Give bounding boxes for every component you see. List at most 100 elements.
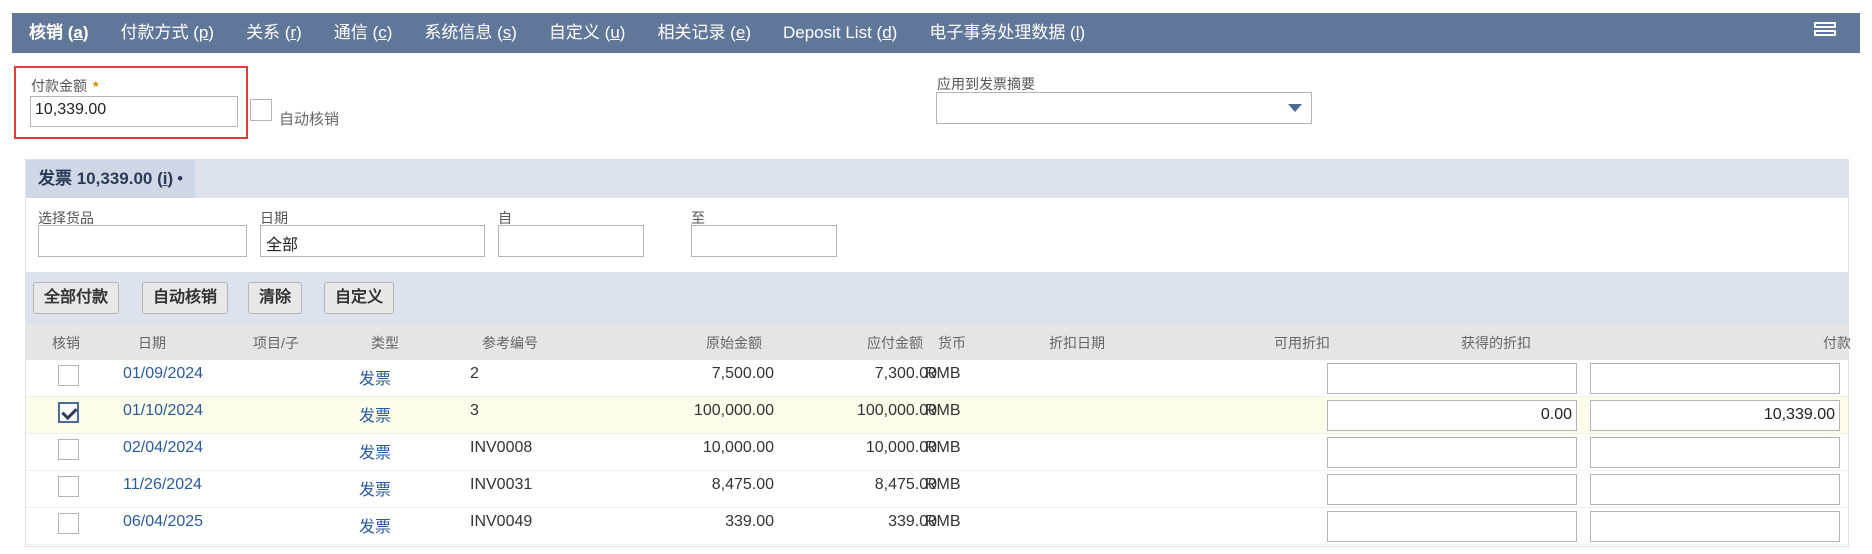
row-date-link[interactable]: 01/10/2024	[123, 402, 203, 420]
tab-deposit-list[interactable]: Deposit List (d)	[767, 13, 913, 53]
discount-taken-input[interactable]	[1327, 511, 1577, 542]
tab-label-end: )	[208, 23, 215, 42]
table-row[interactable]: 06/04/2025 发票 INV0049 339.00 339.00 RMB	[26, 508, 1848, 545]
payment-input[interactable]	[1590, 363, 1840, 394]
tab-label: 付款方式 (	[120, 23, 199, 42]
tab-hotkey: u	[610, 23, 620, 42]
row-ref: INV0008	[470, 439, 533, 456]
table-row[interactable]: 01/10/2024 发票 3 100,000.00 100,000.00 RM…	[26, 397, 1848, 434]
table-header: 核销 日期 项目/子 类型 参考编号 原始金额 应付金额 货币 折扣日期 可用折…	[26, 323, 1851, 360]
tab-related-records[interactable]: 相关记录 (e)	[641, 13, 767, 53]
discount-taken-input[interactable]	[1327, 437, 1577, 468]
apply-to-summary-select[interactable]	[936, 92, 1312, 124]
sublist-button-bar: 全部付款 自动核销 清除 自定义	[26, 272, 1848, 323]
invoice-subtab[interactable]: 发票 10,339.00 (i) •	[26, 160, 196, 198]
clear-button[interactable]: 清除	[248, 282, 303, 314]
payment-input[interactable]	[1590, 511, 1840, 542]
list-view-icon[interactable]	[1814, 22, 1836, 44]
tab-label: 相关记录 (	[657, 23, 736, 42]
row-orig-amount: 339.00	[725, 513, 774, 530]
row-orig-amount: 10,000.00	[702, 439, 774, 456]
col-currency: 货币	[938, 335, 966, 351]
col-ref: 参考编号	[482, 335, 538, 351]
col-type: 类型	[371, 335, 399, 351]
pay-all-button[interactable]: 全部付款	[33, 282, 120, 314]
col-orig-amount: 原始金额	[706, 335, 762, 351]
tab-system-info[interactable]: 系统信息 (s)	[408, 13, 533, 53]
row-type-link[interactable]: 发票	[359, 439, 391, 463]
row-date-link[interactable]: 01/09/2024	[123, 365, 203, 383]
tab-label-end: )	[296, 23, 302, 42]
invoice-sublist: 发票 10,339.00 (i) • 选择货品 日期 全部 自 至 全部付款 自动…	[25, 159, 1851, 547]
apply-checkbox[interactable]	[58, 476, 79, 497]
tab-communication[interactable]: 通信 (c)	[318, 13, 409, 53]
col-item: 项目/子	[253, 335, 299, 351]
row-currency: RMB	[925, 402, 961, 419]
row-type-link[interactable]: 发票	[359, 513, 391, 537]
tab-label-end: )	[891, 23, 898, 42]
payment-input[interactable]	[1590, 474, 1840, 505]
tab-custom[interactable]: 自定义 (u)	[533, 13, 642, 53]
tab-payment-method[interactable]: 付款方式 (p)	[105, 13, 231, 53]
row-type-link[interactable]: 发票	[359, 402, 391, 426]
col-discount-taken: 获得的折扣	[1461, 335, 1531, 351]
col-amount-due: 应付金额	[867, 335, 923, 351]
auto-apply-checkbox[interactable]	[250, 99, 272, 121]
table-row[interactable]: 02/04/2024 发票 INV0008 10,000.00 10,000.0…	[26, 434, 1848, 471]
row-date-link[interactable]: 11/26/2024	[123, 476, 202, 494]
row-amount-due: 100,000.00	[856, 402, 937, 419]
payment-amount-label: 付款金额 *	[31, 78, 99, 94]
row-amount-due: 10,000.00	[865, 439, 937, 456]
row-amount-due: 339.00	[888, 513, 937, 530]
payment-input[interactable]	[1590, 437, 1840, 468]
row-date-link[interactable]: 02/04/2024	[123, 439, 203, 457]
required-asterisk: *	[93, 78, 99, 94]
row-orig-amount: 7,500.00	[711, 365, 774, 382]
discount-taken-input[interactable]	[1327, 363, 1577, 394]
tab-label: 关系 (	[246, 23, 291, 42]
col-discount-date: 折扣日期	[1049, 335, 1105, 351]
subtab-bar: 核销 (a) 付款方式 (p) 关系 (r) 通信 (c) 系统信息 (s) 自…	[12, 13, 1860, 53]
from-date-input[interactable]	[498, 225, 644, 257]
row-date-link[interactable]: 06/04/2025	[123, 513, 203, 531]
row-ref: 3	[470, 402, 479, 419]
apply-checkbox[interactable]	[58, 513, 79, 534]
auto-apply-label: 自动核销	[279, 111, 340, 128]
row-ref: 2	[470, 365, 479, 382]
table-row[interactable]: 01/09/2024 发票 2 7,500.00 7,300.00 RMB	[26, 360, 1848, 397]
tab-label: 核销 (	[29, 23, 74, 42]
to-date-input[interactable]	[691, 225, 837, 257]
tab-label: 自定义 (	[548, 23, 611, 42]
table-row[interactable]: 11/26/2024 发票 INV0031 8,475.00 8,475.00 …	[26, 471, 1848, 508]
caret-down-icon[interactable]	[1288, 104, 1302, 112]
payment-input[interactable]: 10,339.00	[1590, 400, 1840, 431]
customize-button[interactable]: 自定义	[324, 282, 395, 314]
col-discount-available: 可用折扣	[1274, 335, 1330, 351]
row-currency: RMB	[925, 476, 961, 493]
row-type-link[interactable]: 发票	[359, 365, 391, 389]
col-payment: 付款	[1823, 335, 1851, 351]
tab-label-end: )	[82, 23, 89, 42]
discount-taken-input[interactable]	[1327, 474, 1577, 505]
row-type-link[interactable]: 发票	[359, 476, 391, 500]
tab-e-document-data[interactable]: 电子事务处理数据 (l)	[913, 13, 1101, 53]
tab-hotkey: s	[502, 23, 512, 42]
select-item-input[interactable]	[38, 225, 247, 257]
tab-hotkey: d	[882, 23, 892, 42]
tab-apply[interactable]: 核销 (a)	[12, 13, 105, 53]
tab-hotkey: c	[378, 23, 387, 42]
col-apply: 核销	[52, 335, 80, 351]
sublist-header: 发票 10,339.00 (i) •	[26, 160, 1848, 198]
apply-checkbox[interactable]	[58, 439, 79, 460]
date-filter-select[interactable]: 全部	[260, 225, 485, 257]
discount-taken-input[interactable]: 0.00	[1327, 400, 1577, 431]
row-ref: INV0031	[470, 476, 533, 493]
payment-amount-input[interactable]: 10,339.00	[30, 96, 238, 127]
checkmark-icon[interactable]	[58, 402, 79, 423]
row-ref: INV0049	[470, 513, 533, 530]
apply-checkbox[interactable]	[58, 365, 79, 386]
tab-relationships[interactable]: 关系 (r)	[230, 13, 318, 53]
row-amount-due: 8,475.00	[874, 476, 937, 493]
auto-apply-button[interactable]: 自动核销	[142, 282, 229, 314]
tab-label: 系统信息 (	[424, 23, 503, 42]
